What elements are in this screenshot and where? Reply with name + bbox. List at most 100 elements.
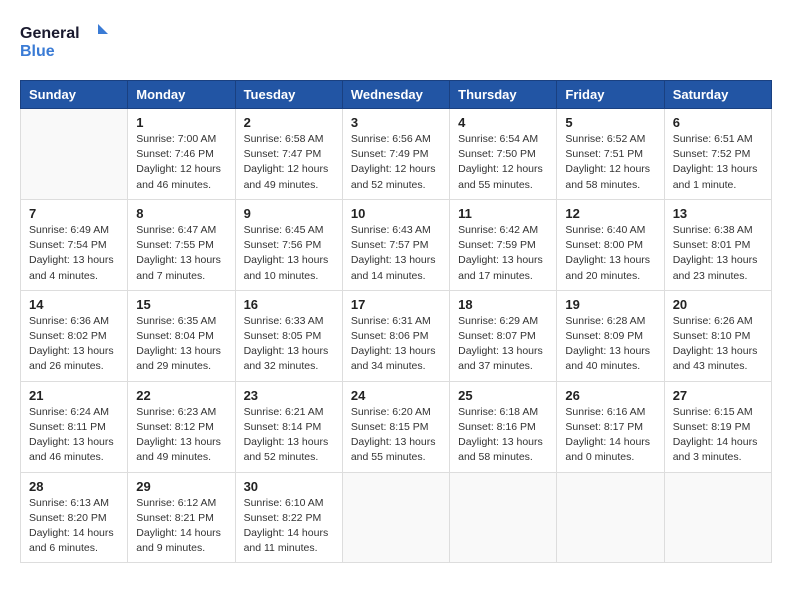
calendar-cell	[342, 472, 449, 563]
day-info: Sunrise: 6:20 AMSunset: 8:15 PMDaylight:…	[351, 405, 441, 466]
day-number: 1	[136, 115, 226, 130]
day-number: 13	[673, 206, 763, 221]
day-number: 14	[29, 297, 119, 312]
calendar-cell: 2 Sunrise: 6:58 AMSunset: 7:47 PMDaylight…	[235, 109, 342, 200]
logo: General Blue	[20, 20, 110, 64]
week-row-1: 1 Sunrise: 7:00 AMSunset: 7:46 PMDaylight…	[21, 109, 772, 200]
day-number: 21	[29, 388, 119, 403]
calendar-cell	[450, 472, 557, 563]
calendar-cell: 15 Sunrise: 6:35 AMSunset: 8:04 PMDayligh…	[128, 290, 235, 381]
day-info: Sunrise: 6:12 AMSunset: 8:21 PMDaylight:…	[136, 496, 226, 557]
calendar-cell: 20 Sunrise: 6:26 AMSunset: 8:10 PMDayligh…	[664, 290, 771, 381]
day-info: Sunrise: 6:21 AMSunset: 8:14 PMDaylight:…	[244, 405, 334, 466]
day-info: Sunrise: 6:45 AMSunset: 7:56 PMDaylight:…	[244, 223, 334, 284]
calendar-cell: 14 Sunrise: 6:36 AMSunset: 8:02 PMDayligh…	[21, 290, 128, 381]
calendar-cell: 24Sunrise: 6:20 AMSunset: 8:15 PMDayligh…	[342, 381, 449, 472]
calendar-table: SundayMondayTuesdayWednesdayThursdayFrid…	[20, 80, 772, 563]
day-number: 5	[565, 115, 655, 130]
calendar-cell: 10 Sunrise: 6:43 AMSunset: 7:57 PMDayligh…	[342, 199, 449, 290]
day-info: Sunrise: 6:54 AMSunset: 7:50 PMDaylight:…	[458, 132, 548, 193]
day-info: Sunrise: 6:56 AMSunset: 7:49 PMDaylight:…	[351, 132, 441, 193]
calendar-cell: 29 Sunrise: 6:12 AMSunset: 8:21 PMDayligh…	[128, 472, 235, 563]
weekday-header-friday: Friday	[557, 81, 664, 109]
calendar-cell: 6 Sunrise: 6:51 AMSunset: 7:52 PMDaylight…	[664, 109, 771, 200]
day-info: Sunrise: 6:13 AMSunset: 8:20 PMDaylight:…	[29, 496, 119, 557]
logo-svg: General Blue	[20, 20, 110, 64]
calendar-cell: 26Sunrise: 6:16 AMSunset: 8:17 PMDayligh…	[557, 381, 664, 472]
day-number: 22	[136, 388, 226, 403]
calendar-cell: 25Sunrise: 6:18 AMSunset: 8:16 PMDayligh…	[450, 381, 557, 472]
day-number: 9	[244, 206, 334, 221]
day-number: 16	[244, 297, 334, 312]
weekday-header-thursday: Thursday	[450, 81, 557, 109]
day-info: Sunrise: 6:43 AMSunset: 7:57 PMDaylight:…	[351, 223, 441, 284]
calendar-cell: 5 Sunrise: 6:52 AMSunset: 7:51 PMDaylight…	[557, 109, 664, 200]
calendar-cell: 13Sunrise: 6:38 AMSunset: 8:01 PMDayligh…	[664, 199, 771, 290]
day-info: Sunrise: 6:33 AMSunset: 8:05 PMDaylight:…	[244, 314, 334, 375]
day-info: Sunrise: 6:35 AMSunset: 8:04 PMDaylight:…	[136, 314, 226, 375]
week-row-3: 14 Sunrise: 6:36 AMSunset: 8:02 PMDayligh…	[21, 290, 772, 381]
weekday-header-tuesday: Tuesday	[235, 81, 342, 109]
day-number: 20	[673, 297, 763, 312]
day-number: 19	[565, 297, 655, 312]
day-info: Sunrise: 6:36 AMSunset: 8:02 PMDaylight:…	[29, 314, 119, 375]
day-number: 3	[351, 115, 441, 130]
day-info: Sunrise: 6:26 AMSunset: 8:10 PMDaylight:…	[673, 314, 763, 375]
calendar-cell: 30 Sunrise: 6:10 AMSunset: 8:22 PMDayligh…	[235, 472, 342, 563]
day-number: 29	[136, 479, 226, 494]
day-info: Sunrise: 6:29 AMSunset: 8:07 PMDaylight:…	[458, 314, 548, 375]
calendar-cell: 8 Sunrise: 6:47 AMSunset: 7:55 PMDaylight…	[128, 199, 235, 290]
day-number: 17	[351, 297, 441, 312]
calendar-cell: 17 Sunrise: 6:31 AMSunset: 8:06 PMDayligh…	[342, 290, 449, 381]
calendar-cell: 16 Sunrise: 6:33 AMSunset: 8:05 PMDayligh…	[235, 290, 342, 381]
day-number: 8	[136, 206, 226, 221]
day-number: 15	[136, 297, 226, 312]
page-header: General Blue	[20, 20, 772, 64]
day-info: Sunrise: 6:23 AMSunset: 8:12 PMDaylight:…	[136, 405, 226, 466]
day-number: 2	[244, 115, 334, 130]
day-number: 4	[458, 115, 548, 130]
day-info: Sunrise: 6:16 AMSunset: 8:17 PMDaylight:…	[565, 405, 655, 466]
calendar-cell: 9 Sunrise: 6:45 AMSunset: 7:56 PMDaylight…	[235, 199, 342, 290]
day-number: 7	[29, 206, 119, 221]
calendar-cell	[664, 472, 771, 563]
day-info: Sunrise: 6:24 AMSunset: 8:11 PMDaylight:…	[29, 405, 119, 466]
calendar-cell: 4 Sunrise: 6:54 AMSunset: 7:50 PMDaylight…	[450, 109, 557, 200]
day-number: 23	[244, 388, 334, 403]
day-info: Sunrise: 6:51 AMSunset: 7:52 PMDaylight:…	[673, 132, 763, 193]
weekday-header-saturday: Saturday	[664, 81, 771, 109]
calendar-cell: 11Sunrise: 6:42 AMSunset: 7:59 PMDayligh…	[450, 199, 557, 290]
calendar-cell: 18Sunrise: 6:29 AMSunset: 8:07 PMDayligh…	[450, 290, 557, 381]
day-info: Sunrise: 6:10 AMSunset: 8:22 PMDaylight:…	[244, 496, 334, 557]
day-info: Sunrise: 6:18 AMSunset: 8:16 PMDaylight:…	[458, 405, 548, 466]
day-info: Sunrise: 6:42 AMSunset: 7:59 PMDaylight:…	[458, 223, 548, 284]
calendar-cell: 3 Sunrise: 6:56 AMSunset: 7:49 PMDaylight…	[342, 109, 449, 200]
calendar-cell: 19 Sunrise: 6:28 AMSunset: 8:09 PMDayligh…	[557, 290, 664, 381]
calendar-cell: 21 Sunrise: 6:24 AMSunset: 8:11 PMDayligh…	[21, 381, 128, 472]
day-info: Sunrise: 7:00 AMSunset: 7:46 PMDaylight:…	[136, 132, 226, 193]
day-info: Sunrise: 6:15 AMSunset: 8:19 PMDaylight:…	[673, 405, 763, 466]
calendar-cell: 22 Sunrise: 6:23 AMSunset: 8:12 PMDayligh…	[128, 381, 235, 472]
day-number: 6	[673, 115, 763, 130]
calendar-cell: 27Sunrise: 6:15 AMSunset: 8:19 PMDayligh…	[664, 381, 771, 472]
svg-text:Blue: Blue	[20, 43, 55, 60]
day-info: Sunrise: 6:52 AMSunset: 7:51 PMDaylight:…	[565, 132, 655, 193]
day-info: Sunrise: 6:28 AMSunset: 8:09 PMDaylight:…	[565, 314, 655, 375]
day-number: 28	[29, 479, 119, 494]
calendar-cell: 7Sunrise: 6:49 AMSunset: 7:54 PMDaylight…	[21, 199, 128, 290]
calendar-cell: 12Sunrise: 6:40 AMSunset: 8:00 PMDayligh…	[557, 199, 664, 290]
day-info: Sunrise: 6:31 AMSunset: 8:06 PMDaylight:…	[351, 314, 441, 375]
day-number: 30	[244, 479, 334, 494]
day-info: Sunrise: 6:58 AMSunset: 7:47 PMDaylight:…	[244, 132, 334, 193]
calendar-cell: 23 Sunrise: 6:21 AMSunset: 8:14 PMDayligh…	[235, 381, 342, 472]
weekday-header-sunday: Sunday	[21, 81, 128, 109]
calendar-cell	[557, 472, 664, 563]
week-row-2: 7Sunrise: 6:49 AMSunset: 7:54 PMDaylight…	[21, 199, 772, 290]
day-number: 10	[351, 206, 441, 221]
day-info: Sunrise: 6:47 AMSunset: 7:55 PMDaylight:…	[136, 223, 226, 284]
calendar-cell: 28 Sunrise: 6:13 AMSunset: 8:20 PMDayligh…	[21, 472, 128, 563]
week-row-5: 28 Sunrise: 6:13 AMSunset: 8:20 PMDayligh…	[21, 472, 772, 563]
weekday-header-row: SundayMondayTuesdayWednesdayThursdayFrid…	[21, 81, 772, 109]
day-info: Sunrise: 6:40 AMSunset: 8:00 PMDaylight:…	[565, 223, 655, 284]
weekday-header-wednesday: Wednesday	[342, 81, 449, 109]
